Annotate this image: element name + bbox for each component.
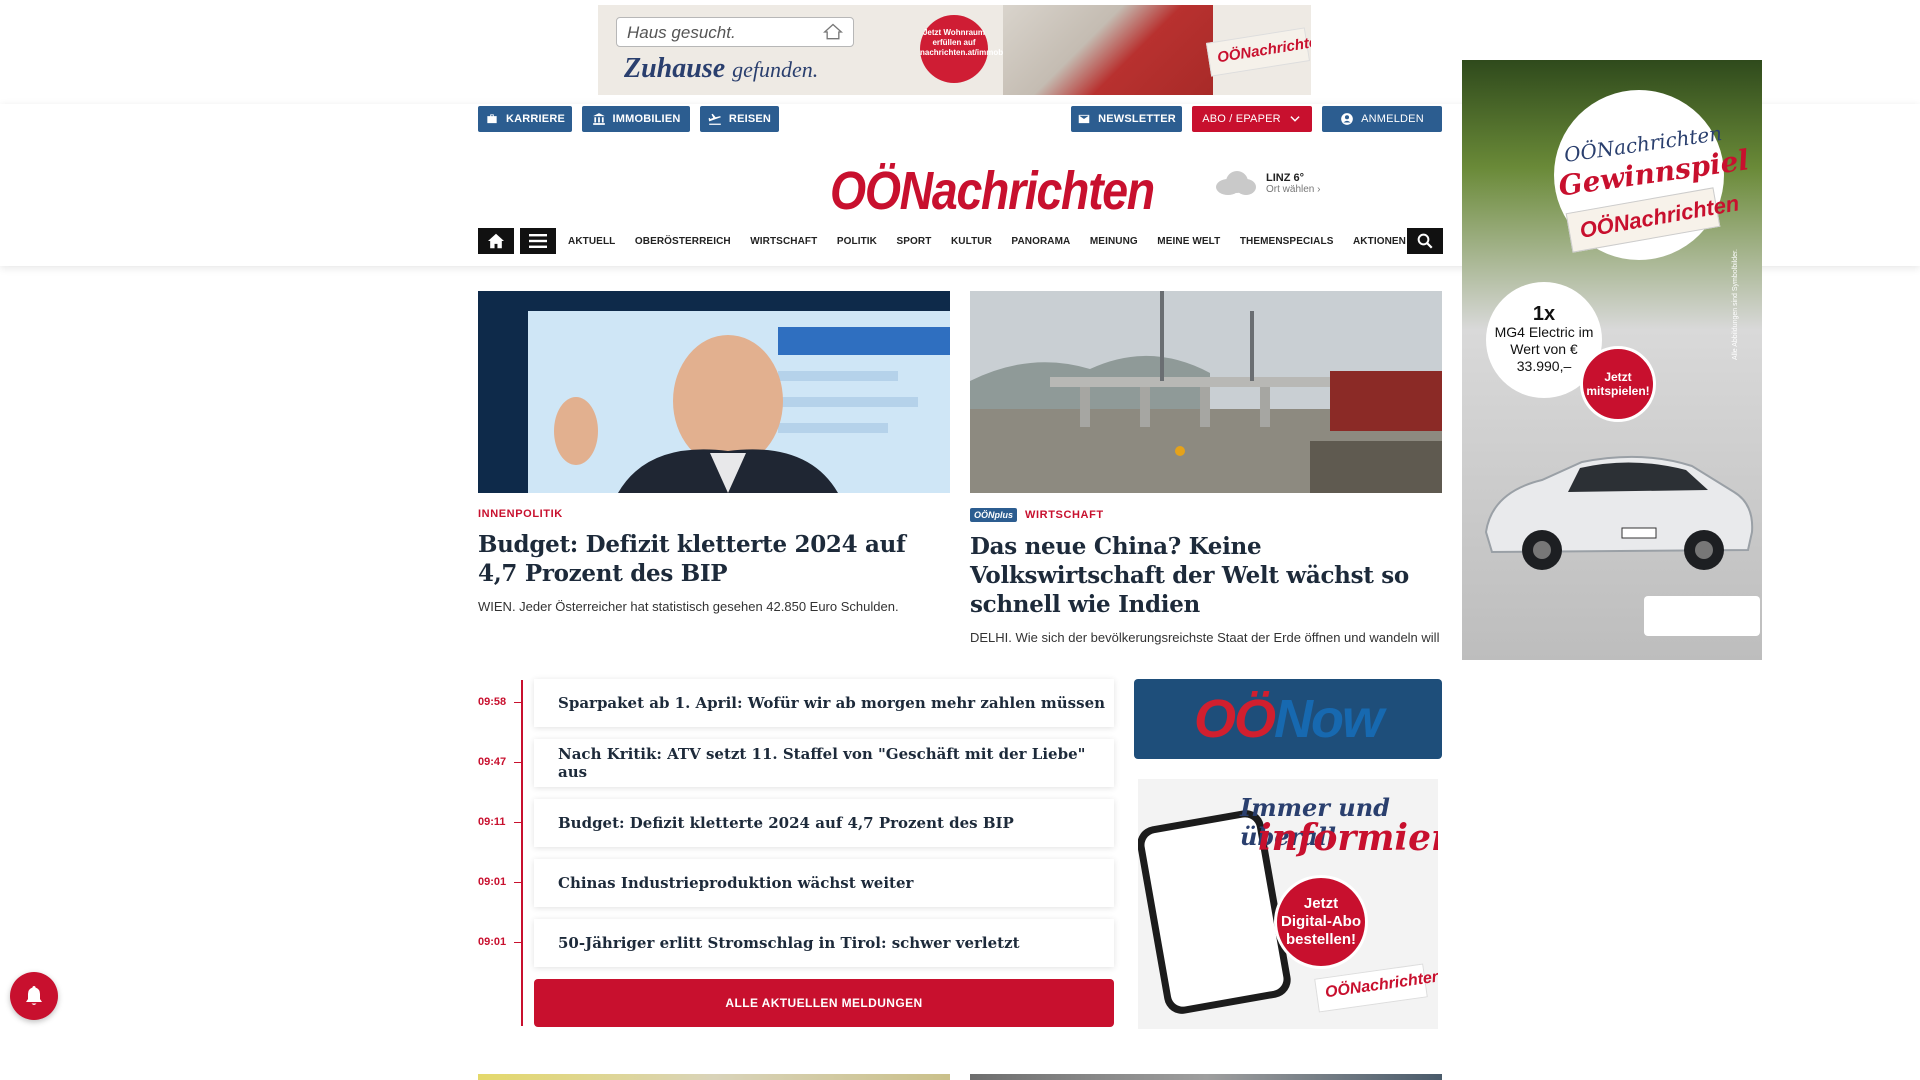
side-ad-cta[interactable]: Jetzt mitspielen! [1580, 346, 1656, 422]
all-news-button[interactable]: ALLE AKTUELLEN MELDUNGEN [534, 979, 1114, 1027]
main-navigation: AKTUELL OBERÖSTERREICH WIRTSCHAFT POLITI… [478, 228, 1443, 254]
karriere-label: KARRIERE [505, 113, 566, 125]
nav-items: AKTUELL OBERÖSTERREICH WIRTSCHAFT POLITI… [568, 228, 1426, 254]
teaser-photo-bridge [970, 291, 1442, 493]
nav-item-aktionen[interactable]: AKTIONEN [1353, 236, 1406, 247]
ticker-time: 09:58 [478, 696, 507, 708]
ad-slogan-small: gefunden. [732, 57, 819, 82]
car-image [1484, 455, 1754, 570]
teaser-category-1: INNENPOLITIK [478, 508, 563, 520]
ticker-item[interactable]: 09:01 50-Jähriger erlitt Stromschlag in … [478, 919, 1114, 967]
anmelden-button[interactable]: ANMELDEN [1322, 106, 1442, 132]
chevron-down-icon [1290, 116, 1300, 122]
nav-item-oberoesterreich[interactable]: OBERÖSTERREICH [635, 236, 731, 247]
bell-icon [26, 986, 42, 1005]
ticker-title[interactable]: 50-Jähriger erlitt Stromschlag in Tirol:… [534, 919, 1114, 967]
ticker-title[interactable]: Sparpaket ab 1. April: Wofür wir ab morg… [534, 679, 1114, 727]
teaser-lead-2: DELHI. Wie sich der bevölkerungsreichste… [970, 630, 1440, 645]
menu-button[interactable] [520, 228, 556, 254]
oonow-banner[interactable]: OÖ Now [1134, 679, 1442, 759]
nav-item-meinung[interactable]: MEINUNG [1090, 236, 1138, 247]
nav-item-wirtschaft[interactable]: WIRTSCHAFT [750, 236, 817, 247]
mail-icon [1078, 114, 1090, 124]
oonow-logo-now: Now [1274, 689, 1384, 749]
home-icon [488, 233, 504, 249]
ad-brand-logo: OÖNachrichten [1205, 27, 1311, 77]
weather-choose-location[interactable]: Ort wählen › [1266, 184, 1320, 195]
briefcase-icon [487, 114, 497, 124]
ticker-item[interactable]: 09:01 Chinas Industrieproduktion wächst … [478, 859, 1114, 907]
ticker-title[interactable]: Chinas Industrieproduktion wächst weiter [534, 859, 1114, 907]
user-icon [1341, 113, 1353, 125]
site-logo[interactable]: OÖNachrichten [830, 160, 1155, 222]
teaser-article-1[interactable]: INNENPOLITIK Budget: Defizit kletterte 2… [478, 291, 950, 616]
teaser-article-2[interactable]: OÖNplus WIRTSCHAFT Das neue China? Keine… [970, 291, 1442, 647]
teaser-headline-1[interactable]: Budget: Defizit kletterte 2024 auf 4,7 P… [478, 530, 950, 588]
ticker-item[interactable]: 09:11 Budget: Defizit kletterte 2024 auf… [478, 799, 1114, 847]
hamburger-icon [529, 234, 547, 248]
ticker-title[interactable]: Nach Kritik: ATV setzt 11. Staffel von "… [534, 739, 1114, 787]
ad-search-text: Haus gesucht. [627, 23, 736, 42]
teaser-category-2: OÖNplus WIRTSCHAFT [970, 508, 1442, 522]
teaser-image-2[interactable] [970, 291, 1442, 493]
ad-search-box: Haus gesucht. [616, 17, 854, 47]
newsletter-label: NEWSLETTER [1098, 113, 1176, 125]
abo-ad-brand: OÖNachrichten [1314, 963, 1438, 1013]
next-teaser-image[interactable] [970, 1074, 1442, 1080]
ticker-time: 09:11 [478, 816, 506, 828]
next-teaser-image[interactable] [478, 1074, 950, 1080]
ad-slogan-main: Zuhause [624, 53, 726, 84]
nav-item-themenspecials[interactable]: THEMENSPECIALS [1240, 236, 1334, 247]
search-icon [1417, 233, 1433, 249]
immobilien-label: IMMOBILIEN [612, 113, 681, 125]
abo-ad-cta[interactable]: Jetzt Digital-Abo bestellen! [1274, 875, 1368, 969]
chevron-right-icon: › [1317, 183, 1321, 195]
ad-slogan: Zuhause gefunden. [624, 53, 818, 85]
ticker-item[interactable]: 09:47 Nach Kritik: ATV setzt 11. Staffel… [478, 739, 1114, 787]
plane-icon [708, 113, 721, 125]
teaser-photo-speaker [478, 291, 950, 493]
search-button[interactable] [1407, 228, 1443, 254]
anmelden-label: ANMELDEN [1361, 113, 1424, 125]
nav-item-sport[interactable]: SPORT [897, 236, 932, 247]
building-icon [592, 113, 605, 125]
newsletter-button[interactable]: NEWSLETTER [1071, 106, 1182, 132]
side-ad-disclaimer: Alle Abbildungen sind Symbolbilder. [1732, 249, 1739, 360]
reisen-button[interactable]: REISEN [700, 106, 779, 132]
immobilien-button[interactable]: IMMOBILIEN [582, 106, 690, 132]
reisen-label: REISEN [728, 113, 772, 125]
karriere-button[interactable]: KARRIERE [478, 106, 572, 132]
nav-item-aktuell[interactable]: AKTUELL [568, 236, 615, 247]
abo-epaper-dropdown[interactable]: ABO / EPAPER [1192, 106, 1312, 132]
oonow-logo-o: OÖ [1193, 689, 1276, 749]
nav-item-politik[interactable]: POLITIK [837, 236, 877, 247]
side-skyscraper-ad[interactable]: OÖNachrichten Gewinnspiel OÖNachrichten … [1462, 60, 1762, 660]
abo-ad-line2: informiert. [1258, 817, 1438, 859]
ad-photo [1003, 5, 1213, 95]
teaser-headline-2[interactable]: Das neue China? Keine Volkswirtschaft de… [970, 532, 1442, 619]
weather-widget[interactable]: LINZ 6° Ort wählen › [1216, 171, 1320, 195]
house-icon [823, 23, 843, 40]
oonplus-badge: OÖNplus [970, 508, 1018, 522]
sponsor-logos [1644, 596, 1760, 636]
ticker-time: 09:47 [478, 756, 507, 768]
home-button[interactable] [478, 228, 514, 254]
teaser-lead-1: WIEN. Jeder Österreicher hat statistisch… [478, 599, 899, 614]
notification-bell-button[interactable] [10, 972, 58, 1020]
ticker-time: 09:01 [478, 936, 507, 948]
nav-item-panorama[interactable]: PANORAMA [1011, 236, 1070, 247]
ticker-item[interactable]: 09:58 Sparpaket ab 1. April: Wofür wir a… [478, 679, 1114, 727]
nav-item-kultur[interactable]: KULTUR [951, 236, 992, 247]
digital-abo-ad[interactable]: Immer und überall informiert. Jetzt Digi… [1138, 779, 1438, 1029]
ticker-timeline [521, 680, 523, 1026]
ticker-time: 09:01 [478, 876, 507, 888]
top-banner-ad[interactable]: Haus gesucht. Zuhause gefunden. Jetzt Wo… [598, 5, 1311, 95]
weather-city: LINZ 6° [1266, 171, 1305, 184]
cloud-icon [1216, 171, 1256, 195]
nav-item-meine-welt[interactable]: MEINE WELT [1157, 236, 1220, 247]
ad-badge: Jetzt Wohnraum erfüllen auf nachrichten.… [920, 15, 1019, 83]
abo-label: ABO / EPAPER [1202, 113, 1281, 125]
ticker-title[interactable]: Budget: Defizit kletterte 2024 auf 4,7 P… [534, 799, 1114, 847]
teaser-image-1[interactable] [478, 291, 950, 493]
